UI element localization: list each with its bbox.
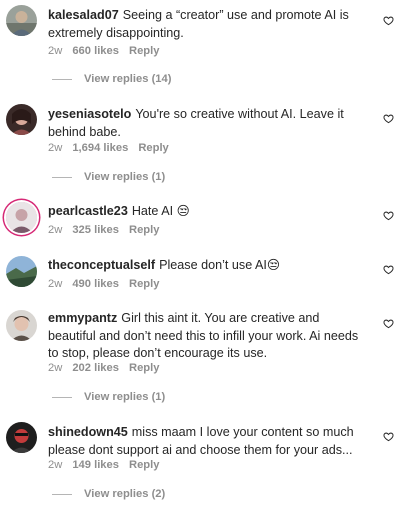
divider-line [52,78,72,80]
view-replies-button[interactable]: View replies (1) [52,391,165,403]
comment-meta: 2w 202 likes Reply [48,362,169,374]
comment-meta: 2w 325 likes Reply [48,224,169,236]
avatar[interactable] [6,5,37,36]
comment-meta: 2w 490 likes Reply [48,278,169,290]
divider-line [52,176,72,178]
view-replies-label: View replies (1) [84,171,166,183]
reply-button[interactable]: Reply [129,459,159,471]
comment-meta: 2w 660 likes Reply [48,45,169,57]
avatar[interactable] [6,256,37,287]
avatar[interactable] [6,310,37,341]
likes-count[interactable]: 1,694 likes [72,142,128,154]
comment-body: shinedown45 miss maam I love your content… [48,424,370,459]
reply-button[interactable]: Reply [129,224,159,236]
likes-count[interactable]: 490 likes [72,278,119,290]
comment-time: 2w [48,224,63,236]
like-heart-icon[interactable] [383,15,394,26]
comment-body: kalesalad07 Seeing a “creator” use and pr… [48,7,370,42]
comment-time: 2w [48,45,63,57]
divider-line [52,396,72,398]
comment-body: pearlcastle23 Hate AI 😒 [48,203,370,221]
view-replies-button[interactable]: View replies (14) [52,73,171,85]
view-replies-label: View replies (1) [84,391,166,403]
divider-line [52,493,72,495]
like-heart-icon[interactable] [383,318,394,329]
avatar[interactable] [6,104,37,135]
view-replies-label: View replies (14) [84,73,172,85]
view-replies-button[interactable]: View replies (2) [52,488,165,500]
comment-username[interactable]: shinedown45 [48,425,128,439]
comment-body: emmypantz Girl this aint it. You are crea… [48,310,370,363]
user-avatar-icon [6,422,37,453]
comment-body: yeseniasotelo You're so creative without … [48,106,370,141]
reply-button[interactable]: Reply [138,142,168,154]
comment-username[interactable]: emmypantz [48,311,117,325]
likes-count[interactable]: 202 likes [72,362,119,374]
comment-time: 2w [48,142,63,154]
user-avatar-icon [6,5,37,36]
comment-meta: 2w 1,694 likes Reply [48,142,179,154]
user-avatar-icon [6,104,37,135]
likes-count[interactable]: 660 likes [72,45,119,57]
like-heart-icon[interactable] [383,431,394,442]
comment-text: Hate AI 😒 [131,204,190,218]
reply-button[interactable]: Reply [129,45,159,57]
comment-meta: 2w 149 likes Reply [48,459,169,471]
likes-count[interactable]: 325 likes [72,224,119,236]
reply-button[interactable]: Reply [129,362,159,374]
avatar[interactable] [6,202,37,233]
view-replies-label: View replies (2) [84,488,166,500]
view-replies-button[interactable]: View replies (1) [52,171,165,183]
comment-text: Please don’t use AI😒 [159,258,281,272]
comment-username[interactable]: kalesalad07 [48,8,119,22]
comment-time: 2w [48,459,63,471]
user-avatar-icon [6,202,37,233]
user-avatar-icon [6,256,37,287]
user-avatar-icon [6,310,37,341]
reply-button[interactable]: Reply [129,278,159,290]
comment-username[interactable]: pearlcastle23 [48,204,128,218]
comment-username[interactable]: theconceptualself [48,258,155,272]
like-heart-icon[interactable] [383,210,394,221]
like-heart-icon[interactable] [383,264,394,275]
comment-time: 2w [48,362,63,374]
avatar[interactable] [6,422,37,453]
comment-body: theconceptualself Please don’t use AI😒 [48,257,370,275]
like-heart-icon[interactable] [383,113,394,124]
likes-count[interactable]: 149 likes [72,459,119,471]
comment-time: 2w [48,278,63,290]
comment-username[interactable]: yeseniasotelo [48,107,131,121]
